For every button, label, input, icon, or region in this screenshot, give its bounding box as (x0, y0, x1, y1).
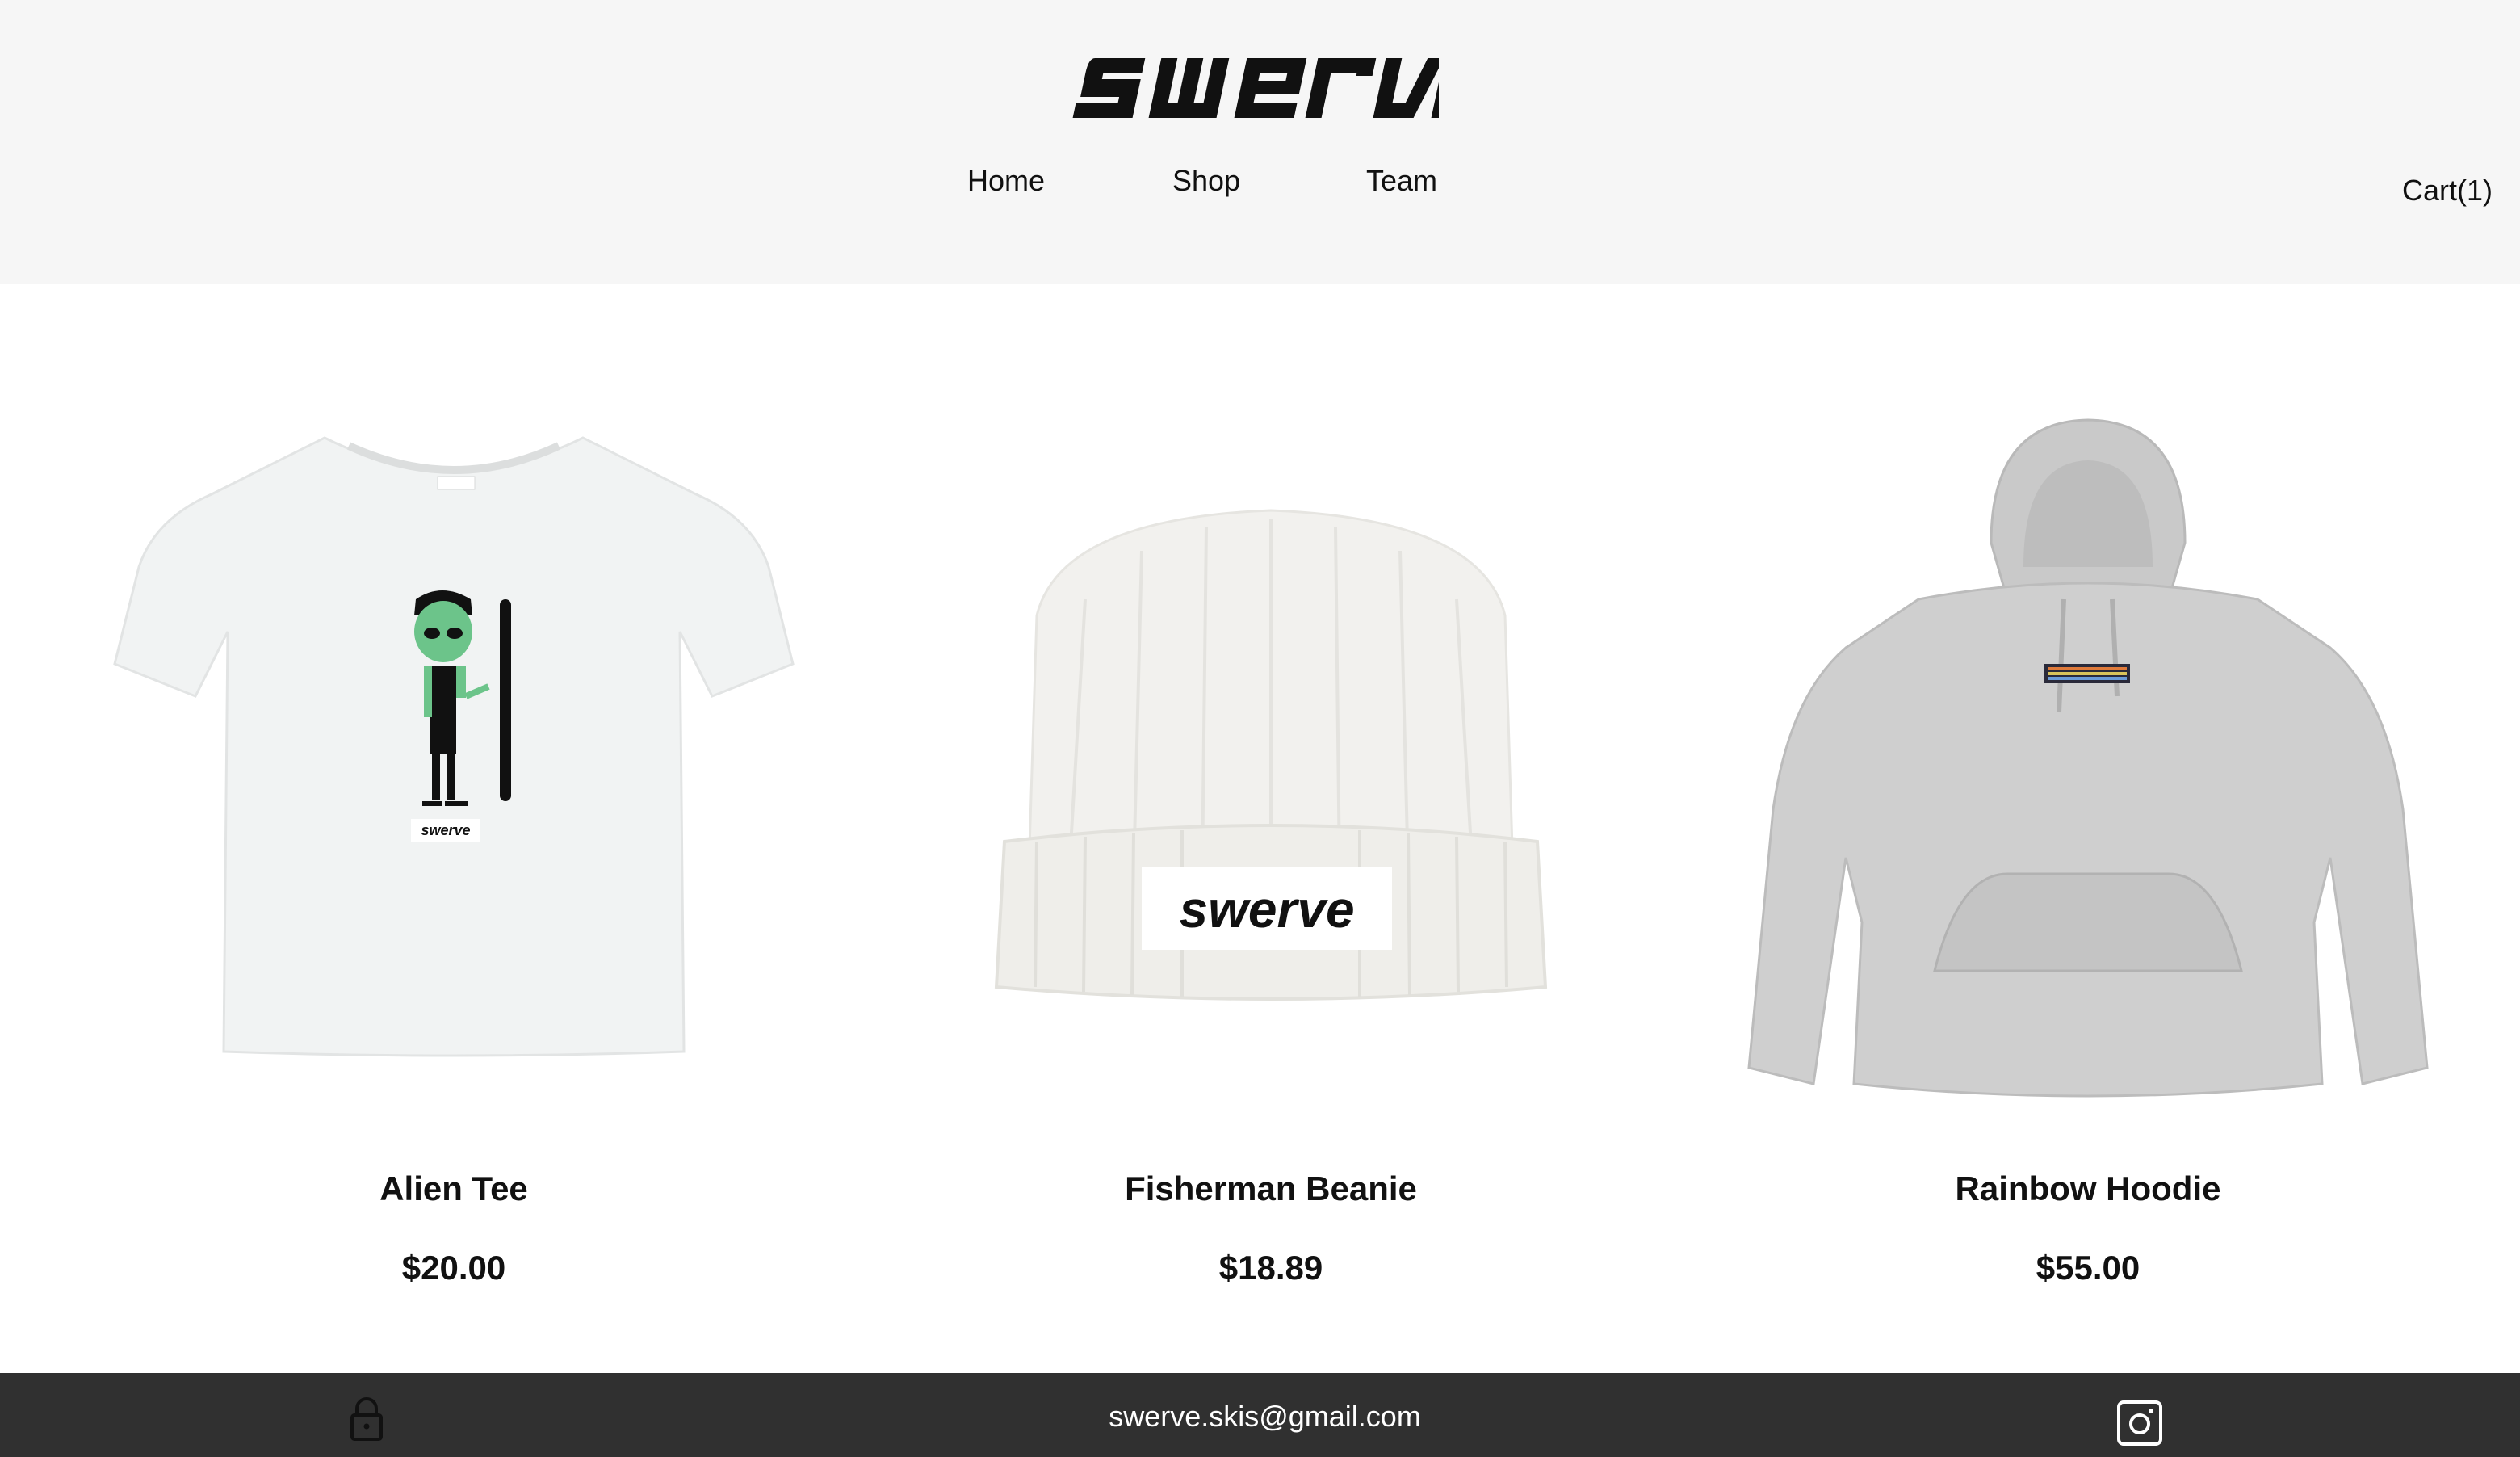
product-price: $18.89 (1218, 1249, 1323, 1287)
product-name[interactable]: Alien Tee (34, 1165, 874, 1213)
beanie-image: swerve (994, 509, 1548, 1001)
product-card[interactable]: Rainbow Hoodie $55.00 (1668, 284, 2508, 1373)
nav-link-home[interactable]: Home (967, 160, 1045, 202)
product-name[interactable]: Rainbow Hoodie (1668, 1165, 2508, 1213)
product-image-fisherman-beanie[interactable]: swerve (899, 357, 1642, 1165)
product-name[interactable]: Fisherman Beanie (851, 1165, 1691, 1213)
nav-link-shop[interactable]: Shop (1172, 160, 1240, 202)
product-grid: swerve Alien Tee $20.00 swerve Fisherman… (0, 284, 2520, 1373)
product-card[interactable]: swerve Fisherman Beanie $18.89 (851, 284, 1691, 1373)
product-image-rainbow-hoodie[interactable] (1717, 357, 2459, 1165)
cart-link[interactable]: Cart(1) (2402, 170, 2493, 212)
contact-email-link[interactable]: swerve.skis@gmail.com (1109, 1400, 1421, 1433)
product-price: $20.00 (401, 1249, 506, 1287)
product-image-alien-tee[interactable]: swerve (82, 357, 825, 1165)
site-footer: swerve.skis@gmail.com (0, 1373, 2520, 1457)
hoodie-image (1747, 418, 2429, 1098)
swerve-logo[interactable] (1072, 52, 1439, 124)
instagram-icon[interactable] (2115, 1399, 2164, 1447)
product-card[interactable]: swerve Alien Tee $20.00 (34, 284, 874, 1373)
product-price: $55.00 (2036, 1249, 2141, 1287)
logo-wordmark-icon (1072, 58, 1439, 118)
svg-text:swerve: swerve (1179, 880, 1354, 938)
tshirt-image: swerve (113, 436, 795, 1057)
site-header: Home Shop Team Cart(1) (0, 0, 2520, 284)
svg-text:swerve: swerve (421, 822, 470, 838)
main-nav: Home Shop Team (0, 160, 2520, 202)
nav-link-team[interactable]: Team (1366, 160, 1437, 202)
